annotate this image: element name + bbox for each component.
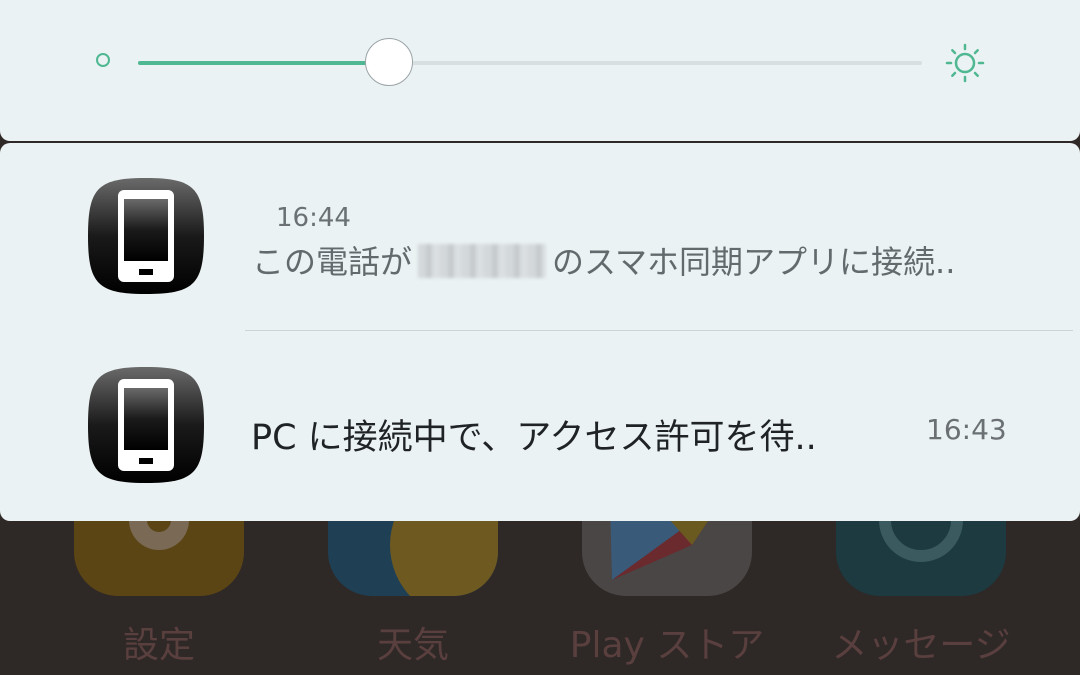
notification-text: この電話が のスマホ同期アプリに接続.. [252, 237, 955, 283]
app-label: 設定 [122, 625, 195, 666]
notification-time: 16:43 [926, 413, 1007, 446]
brightness-panel [0, 0, 1080, 141]
brightness-high-icon[interactable] [945, 43, 985, 83]
notification-item[interactable]: 16:44 この電話が のスマホ同期アプリに接続.. [0, 143, 1080, 331]
phone-icon [88, 178, 204, 294]
phone-icon [88, 367, 204, 483]
app-label: メッセージ [831, 625, 1011, 666]
notification-time: 16:44 [276, 203, 351, 233]
notification-text: PC に接続中で、アクセス許可を待.. [251, 418, 817, 458]
app-label: 天気 [376, 625, 449, 666]
text-part: この電話が [252, 243, 413, 281]
home-screen: 設定 天気 Play ストア メッセージ [0, 500, 1080, 675]
redacted-text [418, 244, 547, 278]
brightness-low-icon [96, 53, 110, 67]
text-part: のスマホ同期アプリに接続.. [552, 243, 956, 281]
notification-panel: 16:44 この電話が のスマホ同期アプリに接続.. PC に接続中で、アクセス許… [0, 143, 1080, 521]
slider-fill [138, 61, 389, 65]
brightness-slider[interactable] [138, 61, 922, 65]
app-label: Play ストア [569, 625, 765, 666]
slider-thumb[interactable] [364, 38, 413, 86]
